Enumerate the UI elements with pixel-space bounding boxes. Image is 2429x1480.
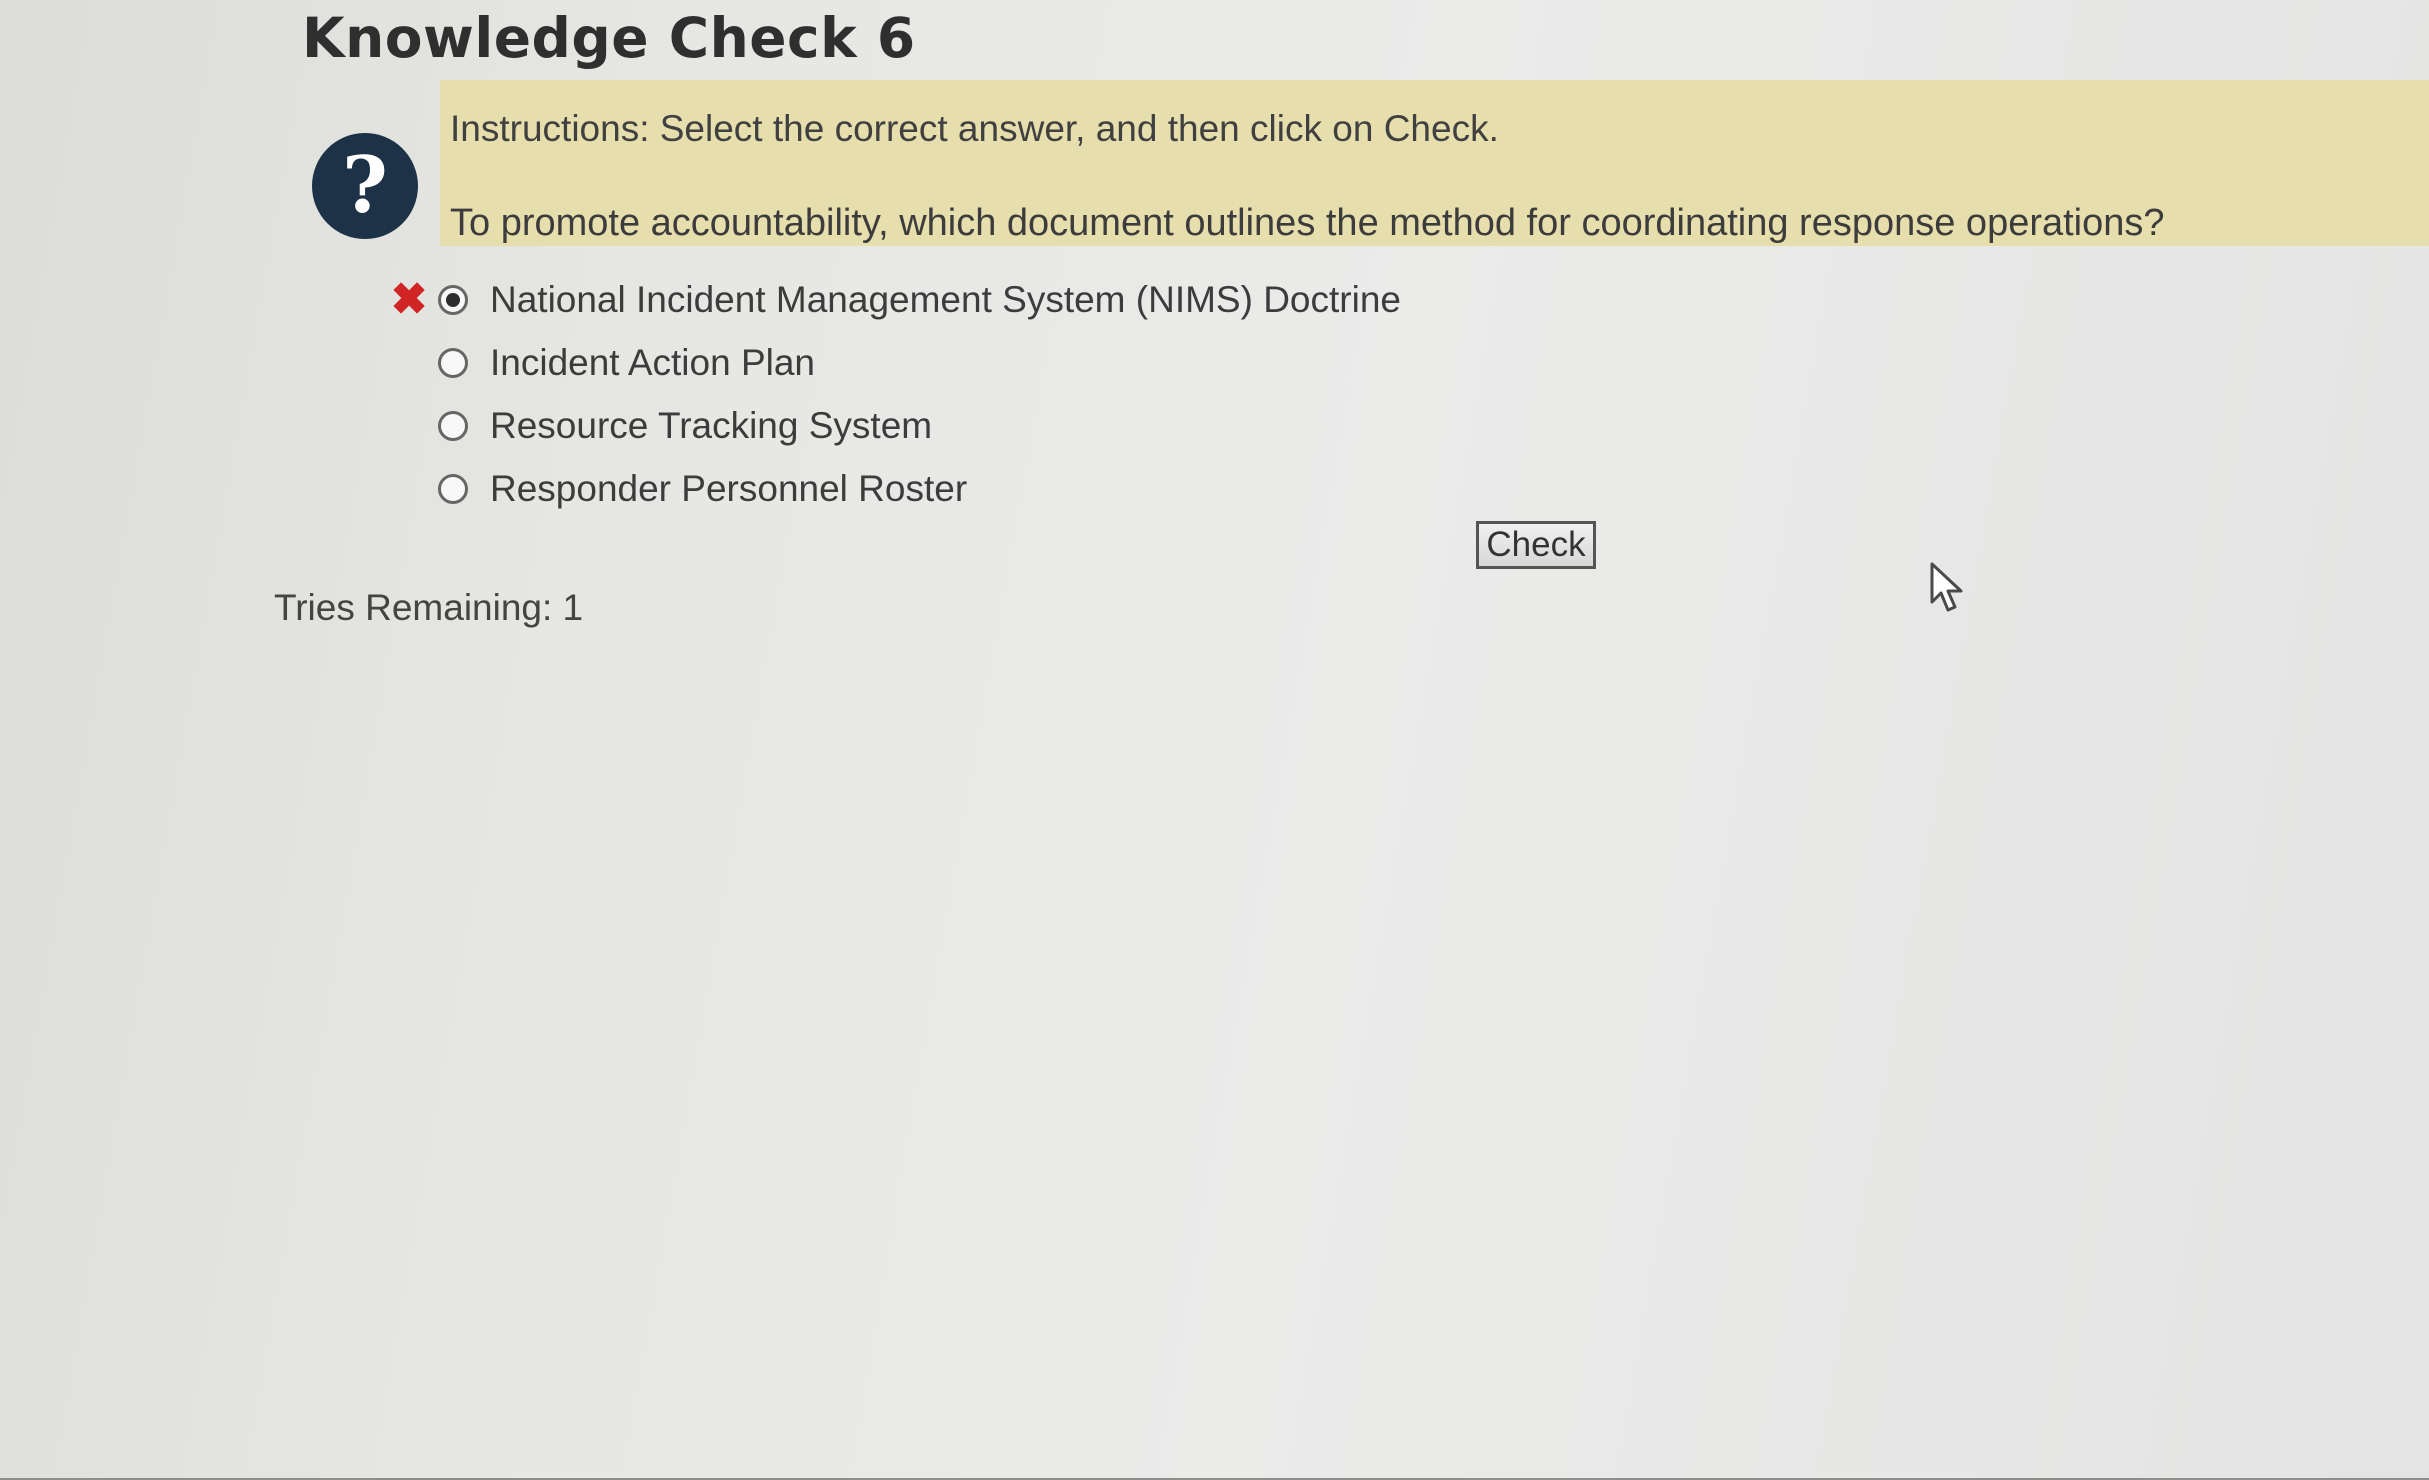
answer-option[interactable]: Incident Action Plan bbox=[384, 331, 1401, 394]
radio-button[interactable] bbox=[438, 410, 468, 441]
answer-option-label[interactable]: Incident Action Plan bbox=[490, 342, 815, 384]
mouse-pointer-icon bbox=[1930, 562, 1963, 612]
answer-option[interactable]: ✖ National Incident Management System (N… bbox=[384, 268, 1401, 331]
check-button[interactable]: Check bbox=[1476, 521, 1596, 569]
radio-button-selected[interactable] bbox=[438, 284, 468, 315]
radio-button[interactable] bbox=[438, 347, 468, 378]
answer-option[interactable]: Responder Personnel Roster bbox=[384, 457, 1401, 520]
answer-options: ✖ National Incident Management System (N… bbox=[384, 268, 1401, 520]
radio-button[interactable] bbox=[438, 473, 468, 504]
answer-option[interactable]: Resource Tracking System bbox=[384, 394, 1401, 457]
tries-remaining-text: Tries Remaining: 1 bbox=[274, 587, 584, 628]
answer-option-label[interactable]: Responder Personnel Roster bbox=[490, 468, 967, 510]
instructions-text: Instructions: Select the correct answer,… bbox=[450, 108, 1499, 149]
incorrect-x-icon: ✖ bbox=[390, 274, 428, 324]
answer-option-label[interactable]: National Incident Management System (NIM… bbox=[490, 279, 1401, 321]
page-title: Knowledge Check 6 bbox=[302, 6, 916, 70]
question-mark-icon: ? bbox=[312, 133, 418, 239]
question-prompt: To promote accountability, which documen… bbox=[450, 202, 2165, 244]
answer-option-label[interactable]: Resource Tracking System bbox=[490, 405, 932, 447]
